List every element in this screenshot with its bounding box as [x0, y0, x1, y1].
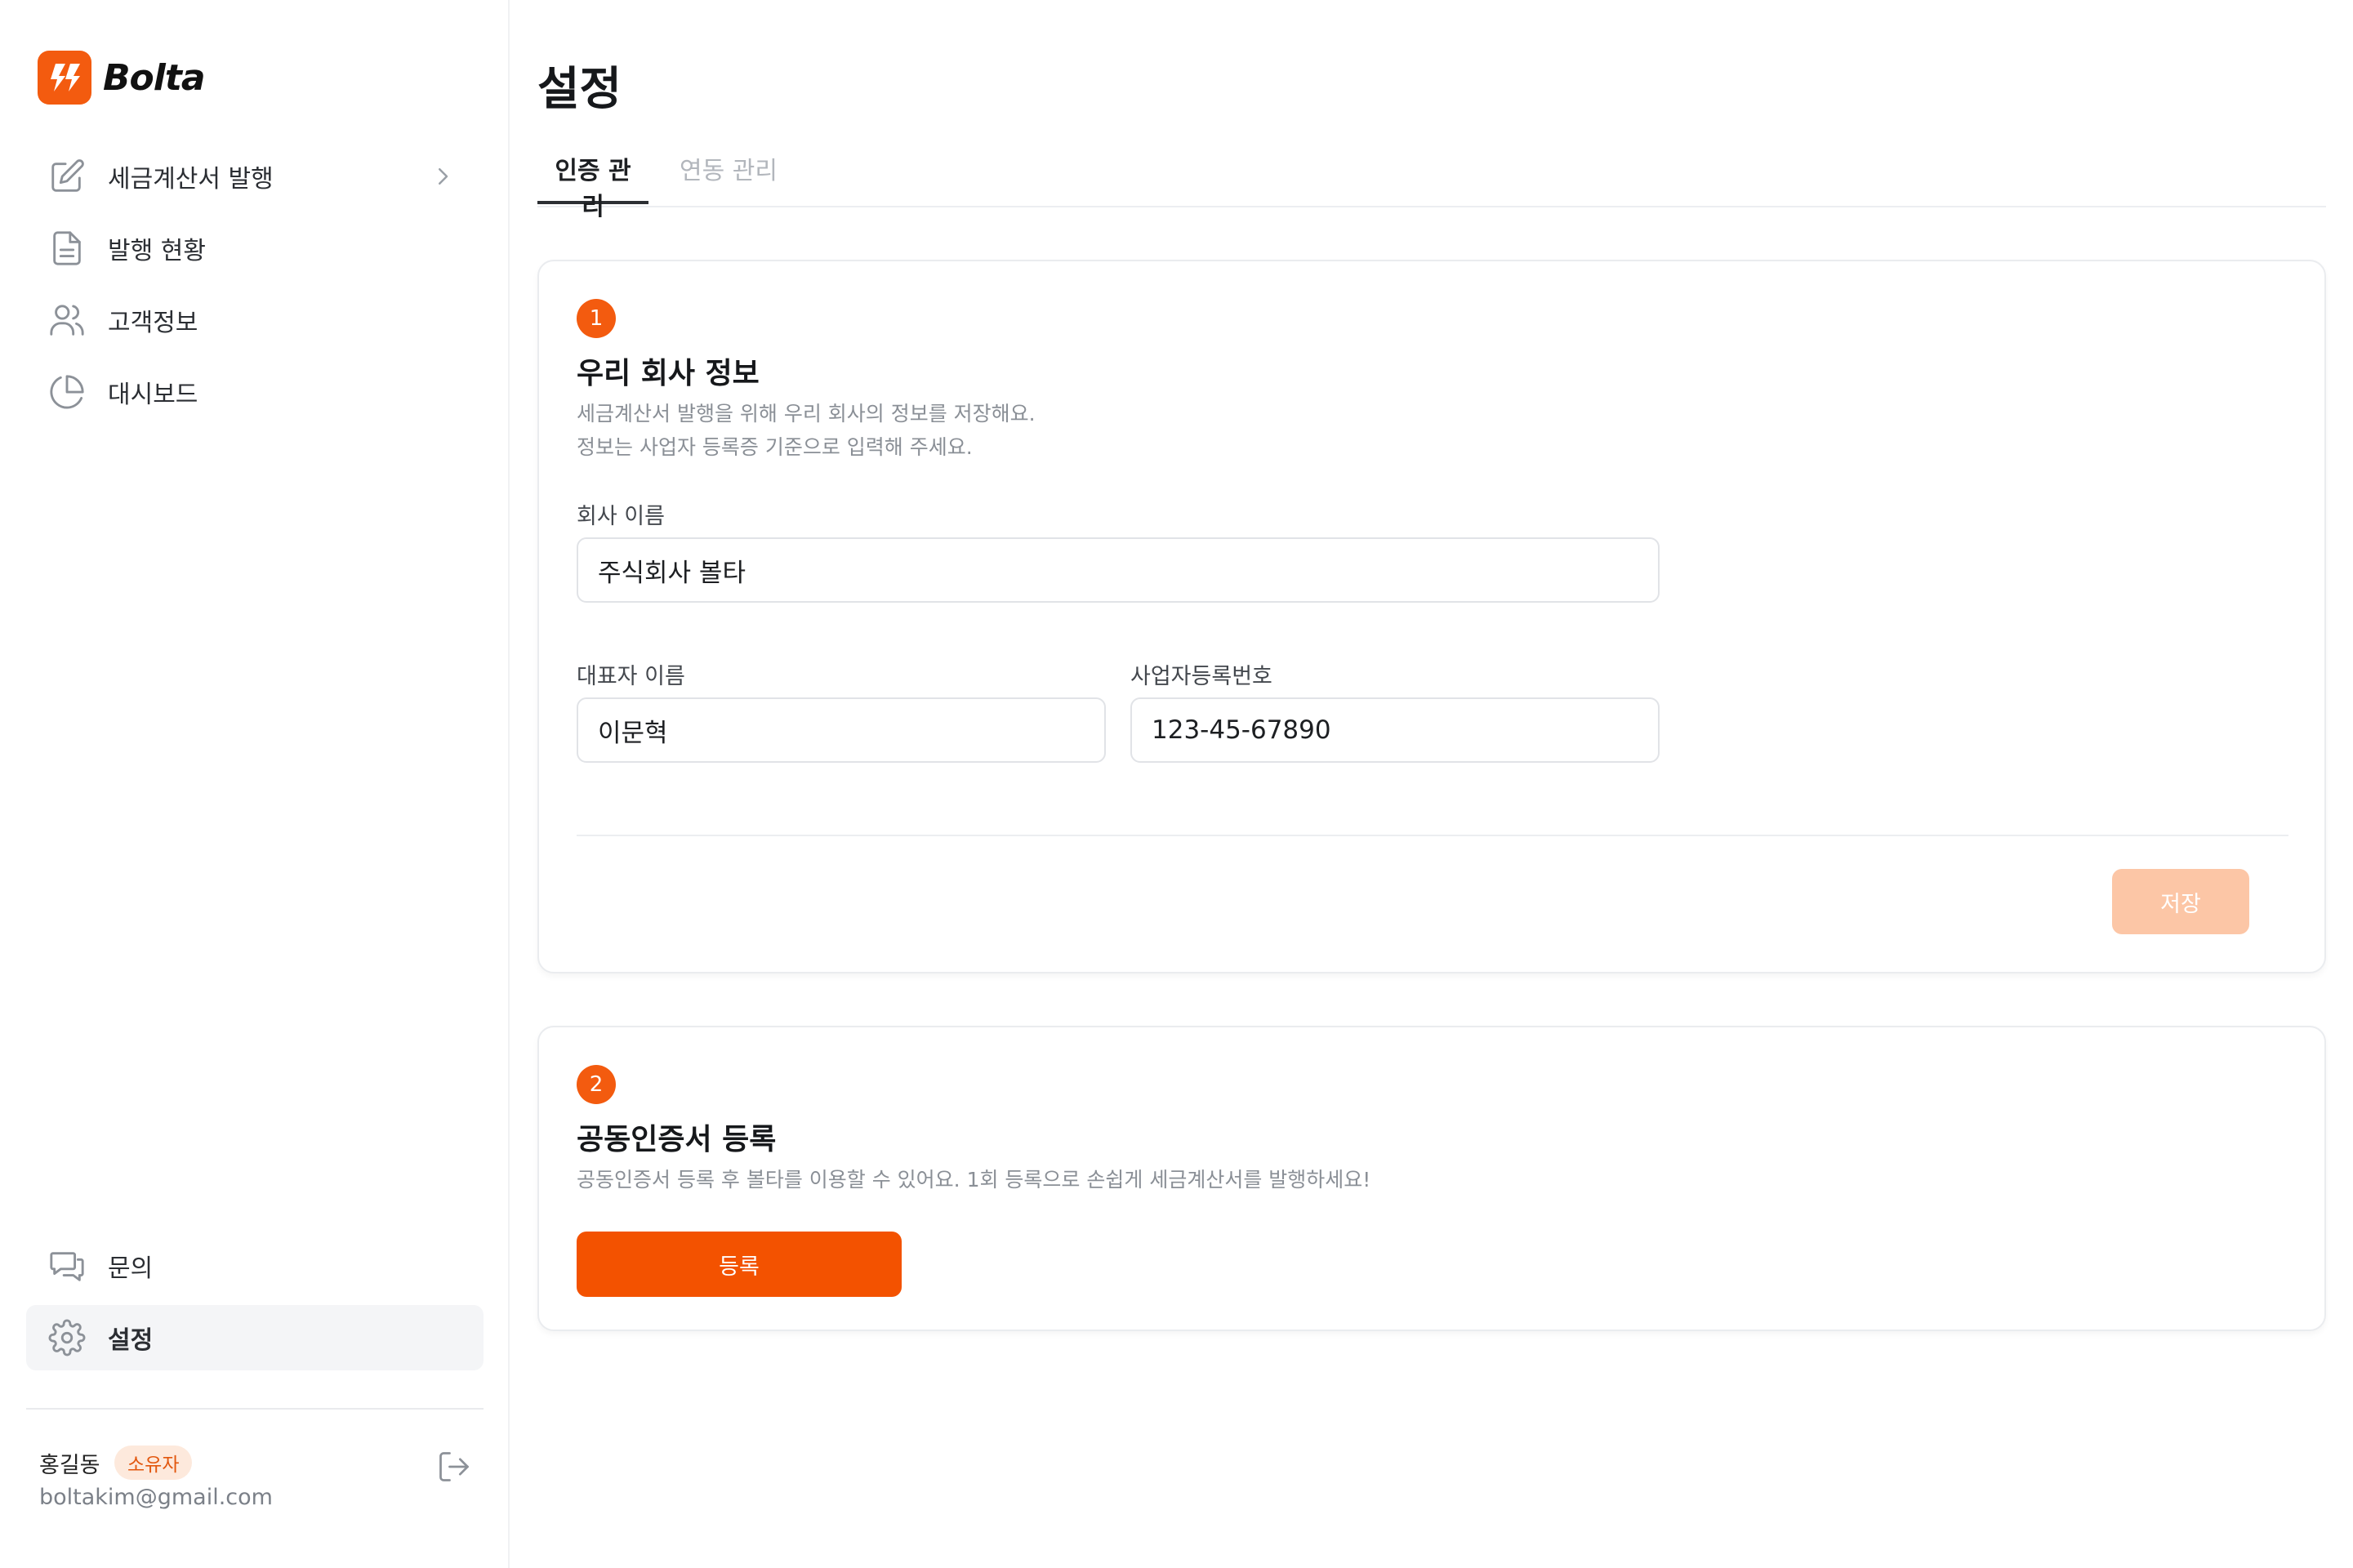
- step-badge: 2: [577, 1065, 616, 1104]
- sidebar-item-label: 발행 현황: [108, 237, 206, 265]
- sidebar-item-inquiry[interactable]: 문의: [26, 1233, 484, 1298]
- sidebar: Bolta 세금계산서 발행 발행 현황 고객정보 대시보드 문의 설정 홍길동…: [0, 0, 510, 1568]
- company-name-input[interactable]: [577, 537, 1660, 603]
- company-info-card: 1 우리 회사 정보 세금계산서 발행을 위해 우리 회사의 정보를 저장해요.…: [537, 260, 2326, 973]
- register-button[interactable]: 등록: [577, 1232, 902, 1297]
- card-description: 공동인증서 등록 후 볼타를 이용할 수 있어요. 1회 등록으로 손쉽게 세금…: [577, 1168, 1371, 1192]
- brand[interactable]: Bolta: [38, 51, 206, 105]
- brand-name: Bolta: [103, 56, 206, 99]
- edit-icon: [47, 157, 87, 196]
- sidebar-item-label: 고객정보: [108, 309, 198, 337]
- sidebar-item-customers[interactable]: 고객정보: [26, 287, 484, 353]
- save-button[interactable]: 저장: [2112, 869, 2249, 934]
- card-title: 공동인증서 등록: [577, 1123, 777, 1156]
- app-root: Bolta 세금계산서 발행 발행 현황 고객정보 대시보드 문의 설정 홍길동…: [0, 0, 2353, 1568]
- chevron-right-icon: [426, 160, 459, 193]
- sidebar-item-dashboard[interactable]: 대시보드: [26, 359, 484, 425]
- step-badge: 1: [577, 299, 616, 338]
- sidebar-divider: [26, 1408, 484, 1410]
- tab-integration-management[interactable]: 연동 관리: [673, 147, 784, 204]
- ceo-name-input[interactable]: [577, 697, 1106, 763]
- company-name-label: 회사 이름: [577, 504, 665, 529]
- chat-icon: [47, 1246, 87, 1285]
- sidebar-item-issue-invoice[interactable]: 세금계산서 발행: [26, 144, 484, 209]
- card-description-line: 세금계산서 발행을 위해 우리 회사의 정보를 저장해요.: [577, 402, 1036, 425]
- sidebar-item-label: 문의: [108, 1254, 154, 1283]
- sidebar-item-settings[interactable]: 설정: [26, 1305, 484, 1370]
- page-title: 설정: [537, 63, 622, 116]
- certificate-card: 2 공동인증서 등록 공동인증서 등록 후 볼타를 이용할 수 있어요. 1회 …: [537, 1026, 2326, 1331]
- bolta-logo-icon: [38, 51, 91, 105]
- card-divider: [577, 835, 2288, 836]
- role-badge: 소유자: [114, 1446, 193, 1480]
- sidebar-item-label: 대시보드: [108, 381, 198, 409]
- business-number-input[interactable]: [1130, 697, 1660, 763]
- ceo-name-label: 대표자 이름: [577, 664, 685, 689]
- logout-icon[interactable]: [436, 1449, 472, 1485]
- users-icon: [47, 301, 87, 340]
- tab-bar: 인증 관리 연동 관리: [537, 147, 2326, 221]
- user-email: boltakim@gmail.com: [39, 1485, 273, 1510]
- card-description: 세금계산서 발행을 위해 우리 회사의 정보를 저장해요. 정보는 사업자 등록…: [577, 397, 1036, 464]
- card-description-line: 정보는 사업자 등록증 기준으로 입력해 주세요.: [577, 435, 973, 459]
- user-name: 홍길동: [39, 1453, 100, 1478]
- pie-chart-icon: [47, 372, 87, 412]
- document-icon: [47, 229, 87, 268]
- gear-icon: [47, 1318, 87, 1357]
- card-title: 우리 회사 정보: [577, 357, 760, 390]
- sidebar-item-label: 설정: [108, 1326, 154, 1355]
- sidebar-item-issue-status[interactable]: 발행 현황: [26, 216, 484, 281]
- tab-auth-management[interactable]: 인증 관리: [537, 147, 648, 221]
- business-number-label: 사업자등록번호: [1130, 664, 1272, 689]
- sidebar-item-label: 세금계산서 발행: [108, 165, 274, 194]
